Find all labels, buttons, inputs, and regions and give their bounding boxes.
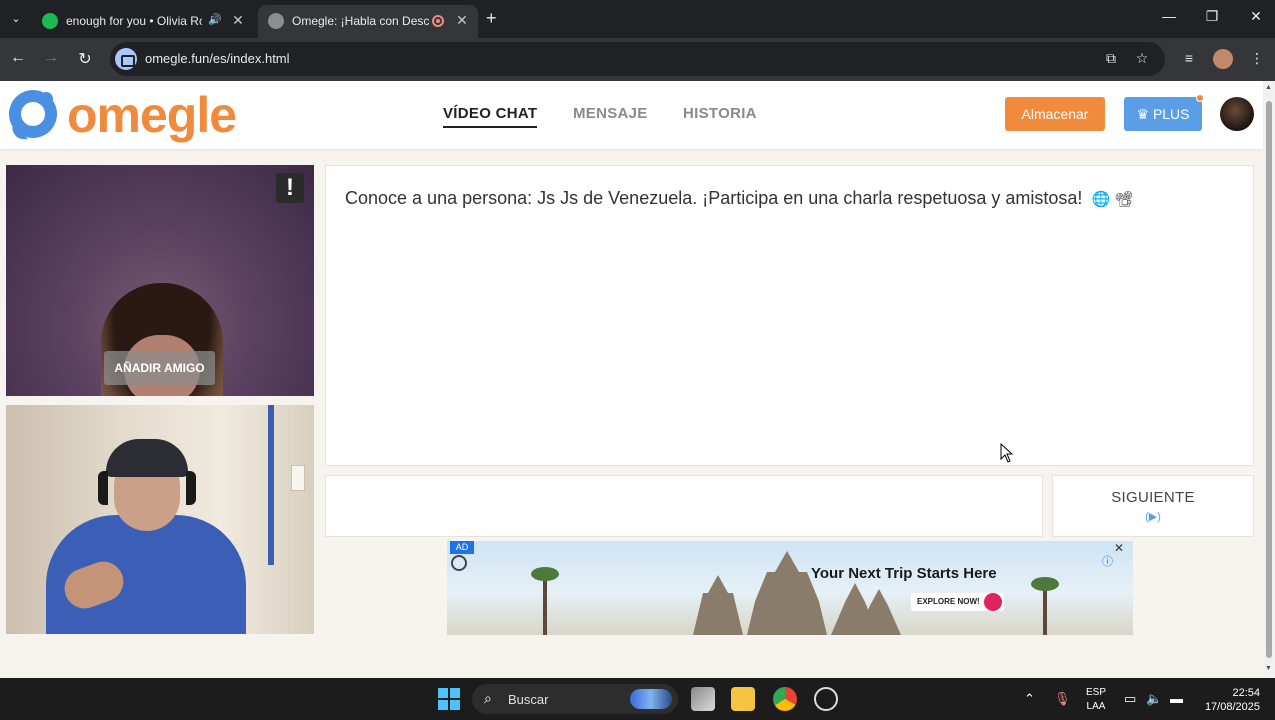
user-avatar[interactable]: [1220, 97, 1254, 131]
recording-icon[interactable]: [432, 15, 444, 27]
spotify-icon: [42, 13, 58, 29]
chat-message-input[interactable]: [325, 475, 1043, 537]
forward-icon[interactable]: →: [40, 49, 62, 67]
network-icon[interactable]: ▭: [1124, 691, 1136, 707]
ad-info-icon[interactable]: ⓘ: [1102, 553, 1113, 569]
add-friend-button[interactable]: AÑADIR AMIGO: [104, 351, 215, 385]
system-message-text: Conoce a una persona: Js Js de Venezuela…: [345, 188, 1083, 208]
clock-date: 17/08/2025: [1204, 701, 1260, 713]
globe-icon: [268, 13, 284, 29]
nav-video-chat[interactable]: VÍDEO CHAT: [443, 105, 538, 128]
taskbar-search[interactable]: ⌕ Buscar: [472, 684, 678, 714]
app-icon[interactable]: [814, 687, 838, 711]
page-scrollbar[interactable]: ▲ ▼: [1263, 81, 1275, 678]
browser-tab-bar: ⌄ enough for you • Olivia Rodrigo 🔊 ✕ Om…: [0, 0, 1275, 38]
bookmark-star-icon[interactable]: ☆: [1132, 50, 1152, 67]
self-video: [6, 405, 314, 634]
store-button[interactable]: Almacenar: [1005, 97, 1105, 131]
reload-icon[interactable]: ↻: [74, 49, 96, 69]
ad-headline[interactable]: Your Next Trip Starts Here: [811, 565, 997, 582]
next-button-label: SIGUIENTE: [1111, 489, 1195, 506]
tab-spotify[interactable]: enough for you • Olivia Rodrigo 🔊 ✕: [32, 5, 256, 38]
scroll-up-icon[interactable]: ▲: [1265, 84, 1272, 91]
notification-dot: [1196, 94, 1204, 102]
stranger-video: ! AÑADIR AMIGO: [6, 165, 314, 396]
site-header: omegle VÍDEO CHAT MENSAJE HISTORIA Almac…: [0, 81, 1263, 149]
wall-decoration: [268, 405, 274, 565]
task-view-icon[interactable]: [691, 687, 715, 711]
globe-camera-emoji: 🌐 📽: [1091, 191, 1134, 208]
page-viewport: omegle VÍDEO CHAT MENSAJE HISTORIA Almac…: [0, 81, 1263, 678]
profile-avatar[interactable]: [1213, 49, 1233, 69]
clock-time: 22:54: [1232, 687, 1260, 699]
battery-icon[interactable]: ▬: [1170, 691, 1183, 706]
nav-mensaje[interactable]: MENSAJE: [573, 105, 648, 122]
url-text[interactable]: omegle.fun/es/index.html: [145, 51, 290, 66]
audio-playing-icon[interactable]: 🔊: [208, 13, 222, 26]
browser-toolbar: ← → ↻ omegle.fun/es/index.html ⧉ ☆ ≡ ⋮: [0, 38, 1275, 81]
plus-label: PLUS: [1152, 106, 1190, 122]
restore-icon[interactable]: ❐: [1197, 8, 1227, 25]
file-explorer-icon[interactable]: [731, 687, 755, 711]
close-window-icon[interactable]: ✕: [1241, 8, 1271, 25]
ad-cta-button[interactable]: EXPLORE NOW!: [911, 593, 1004, 611]
wall-switch: [291, 465, 305, 491]
volume-icon[interactable]: 🔈: [1146, 691, 1162, 707]
windows-start-icon[interactable]: [438, 688, 460, 710]
media-control-icon[interactable]: ≡: [1179, 50, 1199, 66]
back-icon[interactable]: ←: [7, 49, 29, 67]
microphone-icon[interactable]: 🎙: [1054, 691, 1071, 707]
tab-omegle[interactable]: Omegle: ¡Habla con Desconocidos! ✕: [258, 5, 478, 38]
self-headphones: [98, 471, 196, 505]
next-button[interactable]: SIGUIENTE (▶): [1052, 475, 1254, 537]
tab-title: enough for you • Olivia Rodrigo: [66, 14, 202, 28]
new-tab-button[interactable]: +: [486, 8, 497, 29]
search-icon: ⌕: [484, 690, 492, 706]
scroll-down-icon[interactable]: ▼: [1265, 665, 1272, 672]
keyboard-layout: LAA: [1086, 701, 1106, 712]
windows-taskbar: ⌕ Buscar ⌃ 🎙 ESP LAA ▭ 🔈 ▬ 22:54 17/08/2…: [0, 678, 1275, 720]
tab-close-icon[interactable]: ✕: [453, 11, 471, 29]
ad-badge: AD: [450, 541, 474, 554]
next-button-hint: (▶): [1145, 511, 1161, 523]
taskbar-search-placeholder: Buscar: [508, 692, 549, 707]
temple-tower: [747, 551, 827, 635]
tab-title: Omegle: ¡Habla con Desconocidos!: [292, 14, 430, 28]
omegle-logo-icon: [9, 90, 57, 140]
tab-close-icon[interactable]: ✕: [229, 11, 247, 29]
show-hidden-icons-chevron-icon[interactable]: ⌃: [1024, 691, 1035, 707]
palm-tree: [531, 567, 559, 635]
minimize-icon[interactable]: —: [1154, 8, 1184, 24]
chrome-icon[interactable]: [773, 687, 797, 711]
ad-advertiser-icon: [451, 555, 467, 571]
system-message: Conoce a una persona: Js Js de Venezuela…: [345, 188, 1133, 209]
chat-log: Conoce a una persona: Js Js de Venezuela…: [325, 165, 1254, 466]
search-highlight-icon: [630, 689, 672, 709]
system-clock[interactable]: 22:54 17/08/2025: [1196, 686, 1260, 714]
temple-tower: [693, 575, 743, 635]
scrollbar-thumb[interactable]: [1266, 101, 1272, 658]
omegle-logo[interactable]: omegle: [6, 87, 237, 143]
ad-banner[interactable]: AD Your Next Trip Starts Here EXPLORE NO…: [447, 541, 1133, 635]
input-language[interactable]: ESP LAA: [1086, 686, 1106, 714]
nav-historia[interactable]: HISTORIA: [683, 105, 757, 122]
install-app-icon[interactable]: ⧉: [1101, 50, 1121, 67]
language-code: ESP: [1086, 687, 1107, 698]
crown-icon: ♛: [1136, 106, 1150, 122]
plus-button[interactable]: ♛ PLUS: [1124, 94, 1204, 131]
palm-tree: [1031, 577, 1059, 635]
more-menu-icon[interactable]: ⋮: [1247, 50, 1267, 67]
report-button[interactable]: !: [276, 173, 304, 203]
ad-close-icon[interactable]: ✕: [1114, 541, 1124, 555]
site-info-icon[interactable]: [115, 48, 137, 70]
tab-search-chevron-icon[interactable]: ⌄: [6, 9, 26, 29]
logo-wordmark: omegle: [67, 87, 237, 143]
address-bar[interactable]: omegle.fun/es/index.html: [110, 42, 1165, 76]
